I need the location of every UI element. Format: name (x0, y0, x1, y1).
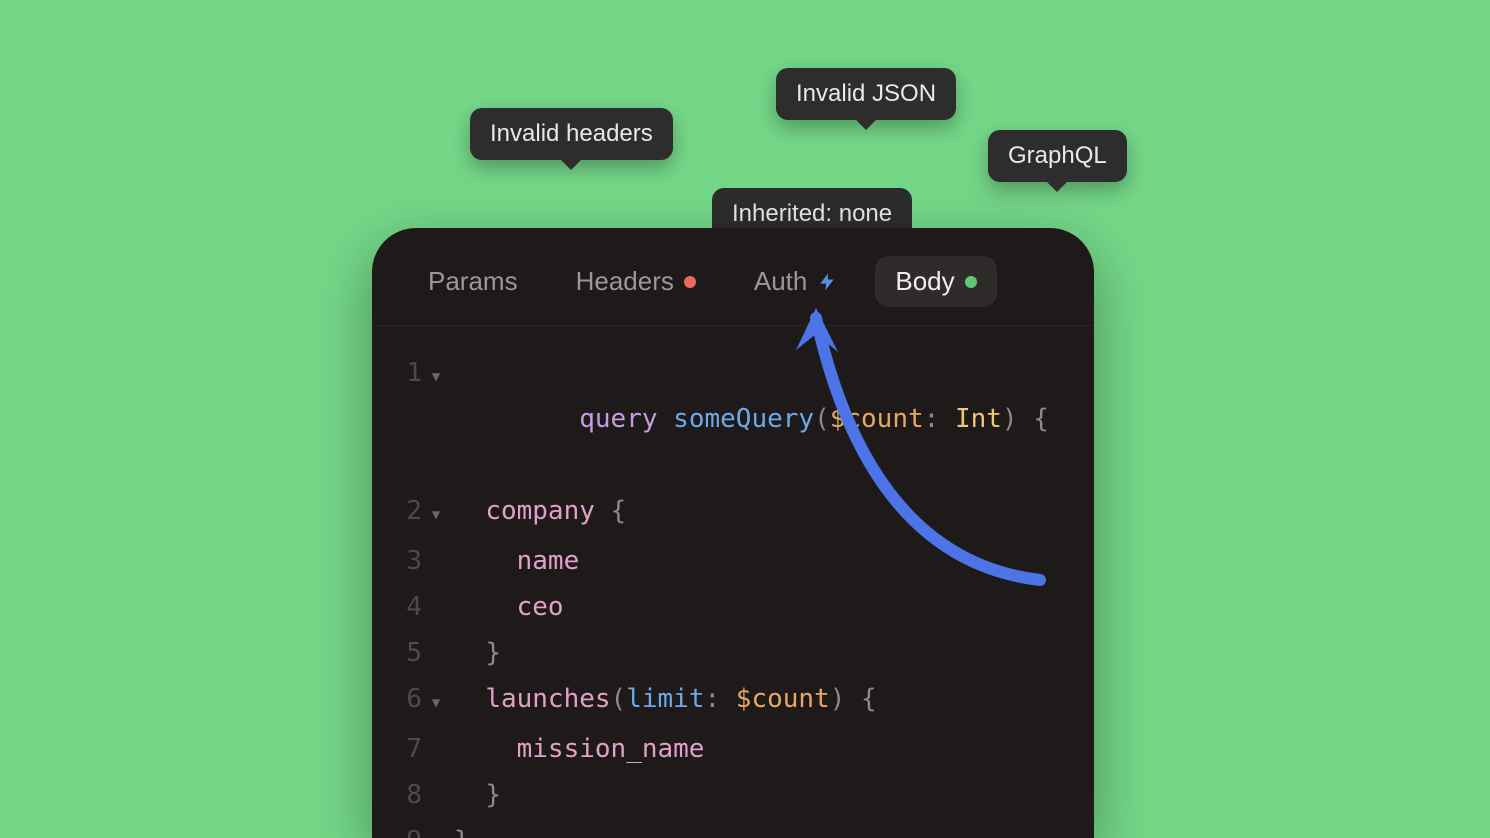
line-number: 6 (392, 676, 422, 722)
tab-auth[interactable]: Auth (734, 256, 858, 307)
code-line: 6 ▼ launches(limit: $count) { (392, 676, 1074, 726)
line-number: 1 (392, 350, 422, 396)
bolt-icon (817, 269, 837, 295)
tab-params-label: Params (428, 266, 518, 297)
code-line: 7 mission_name (392, 726, 1074, 772)
request-panel: Params Headers Auth Body 1 ▼ query someQ… (372, 228, 1094, 838)
code-line: 4 ceo (392, 584, 1074, 630)
code-line: 2 ▼ company { (392, 488, 1074, 538)
tooltip-invalid-headers: Invalid headers (470, 108, 673, 160)
line-number: 3 (392, 538, 422, 584)
tab-headers-label: Headers (576, 266, 674, 297)
line-number: 9 (392, 818, 422, 838)
tooltip-invalid-json: Invalid JSON (776, 68, 956, 120)
request-tabs: Params Headers Auth Body (372, 228, 1094, 326)
tab-body-label: Body (895, 266, 954, 297)
code-line: 8 } (392, 772, 1074, 818)
code-line: 9 } (392, 818, 1074, 838)
fold-toggle-icon[interactable]: ▼ (426, 492, 446, 538)
status-dot-icon (684, 276, 696, 288)
code-editor[interactable]: 1 ▼ query someQuery($count: Int) { 2 ▼ c… (372, 326, 1094, 838)
status-dot-icon (965, 276, 977, 288)
code-line: 1 ▼ query someQuery($count: Int) { (392, 350, 1074, 488)
fold-toggle-icon[interactable]: ▼ (426, 680, 446, 726)
tab-headers[interactable]: Headers (556, 256, 716, 307)
line-number: 7 (392, 726, 422, 772)
line-number: 5 (392, 630, 422, 676)
tab-body[interactable]: Body (875, 256, 996, 307)
code-line: 3 name (392, 538, 1074, 584)
code-line: 5 } (392, 630, 1074, 676)
tab-auth-label: Auth (754, 266, 808, 297)
line-number: 8 (392, 772, 422, 818)
line-number: 2 (392, 488, 422, 534)
fold-toggle-icon[interactable]: ▼ (426, 354, 446, 400)
tab-params[interactable]: Params (408, 256, 538, 307)
line-number: 4 (392, 584, 422, 630)
tooltip-graphql: GraphQL (988, 130, 1127, 182)
